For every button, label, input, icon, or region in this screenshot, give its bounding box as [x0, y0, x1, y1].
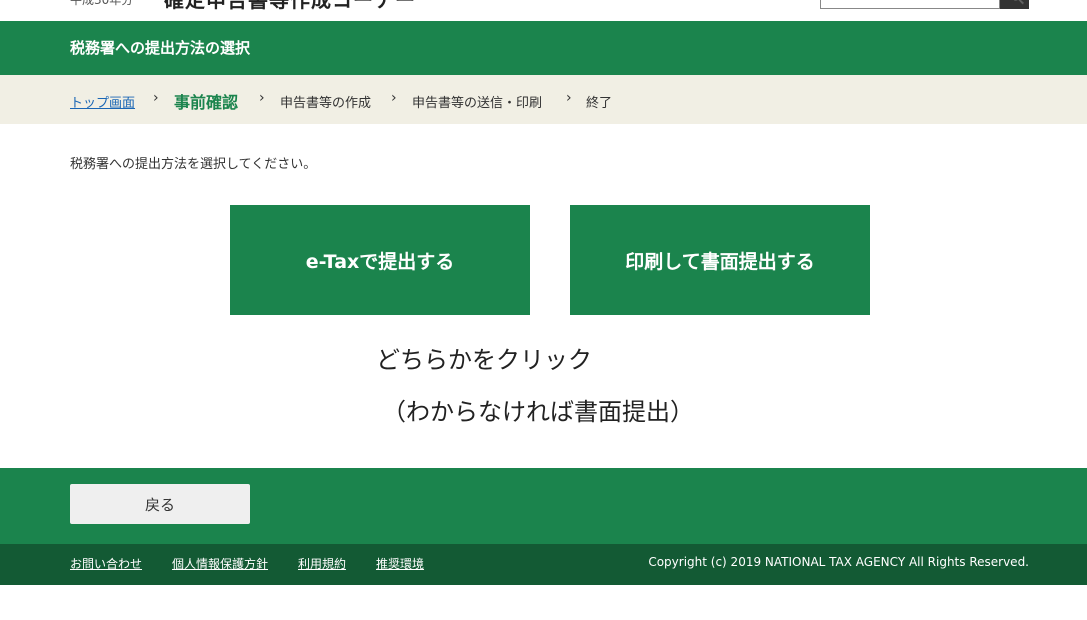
breadcrumb-end: 終了: [586, 96, 613, 111]
breadcrumb: トップ画面 › 事前確認 › 申告書等の作成 › 申告書等の送信・印刷 › 終了: [0, 75, 1087, 124]
tax-year-label: 平成30年分: [70, 0, 134, 7]
breadcrumb-separator: ›: [153, 90, 159, 106]
breadcrumb-prior-check: 事前確認: [174, 93, 239, 112]
footer-actions: 戻る: [0, 468, 1087, 544]
footer-link-privacy[interactable]: 個人情報保護方針: [172, 555, 268, 572]
top-bar: 平成30年分 確定申告書等作成コーナー 🔍: [0, 0, 1087, 21]
app-title: 確定申告書等作成コーナー: [164, 0, 416, 12]
footer-link-terms[interactable]: 利用規約: [298, 555, 346, 572]
search-icon: 🔍: [1010, 0, 1025, 5]
instruction-text: 税務署への提出方法を選択してください。: [70, 157, 317, 172]
footer-link-environment[interactable]: 推奨環境: [376, 555, 424, 572]
footer-links: お問い合わせ 個人情報保護方針 利用規約 推奨環境 Copyright (c) …: [0, 544, 1087, 585]
search-input[interactable]: [820, 0, 1000, 9]
breadcrumb-separator: ›: [391, 90, 397, 106]
etax-submit-button[interactable]: e-Taxで提出する: [230, 205, 530, 315]
note-if-unsure: （わからなければ書面提出）: [382, 398, 694, 426]
breadcrumb-separator: ›: [566, 90, 572, 106]
breadcrumb-send-print: 申告書等の送信・印刷: [412, 96, 543, 111]
breadcrumb-top[interactable]: トップ画面: [70, 92, 135, 111]
search-button[interactable]: 🔍: [1000, 0, 1029, 9]
print-submit-button[interactable]: 印刷して書面提出する: [570, 205, 870, 315]
note-click-either: どちらかをクリック: [376, 346, 592, 374]
breadcrumb-create-return: 申告書等の作成: [280, 96, 372, 111]
page-header: 税務署への提出方法の選択: [0, 21, 1087, 75]
page-title: 税務署への提出方法の選択: [70, 39, 251, 57]
back-button[interactable]: 戻る: [70, 484, 250, 524]
copyright: Copyright (c) 2019 NATIONAL TAX AGENCY A…: [648, 555, 1029, 569]
breadcrumb-separator: ›: [259, 90, 265, 106]
footer-link-contact[interactable]: お問い合わせ: [70, 555, 142, 572]
